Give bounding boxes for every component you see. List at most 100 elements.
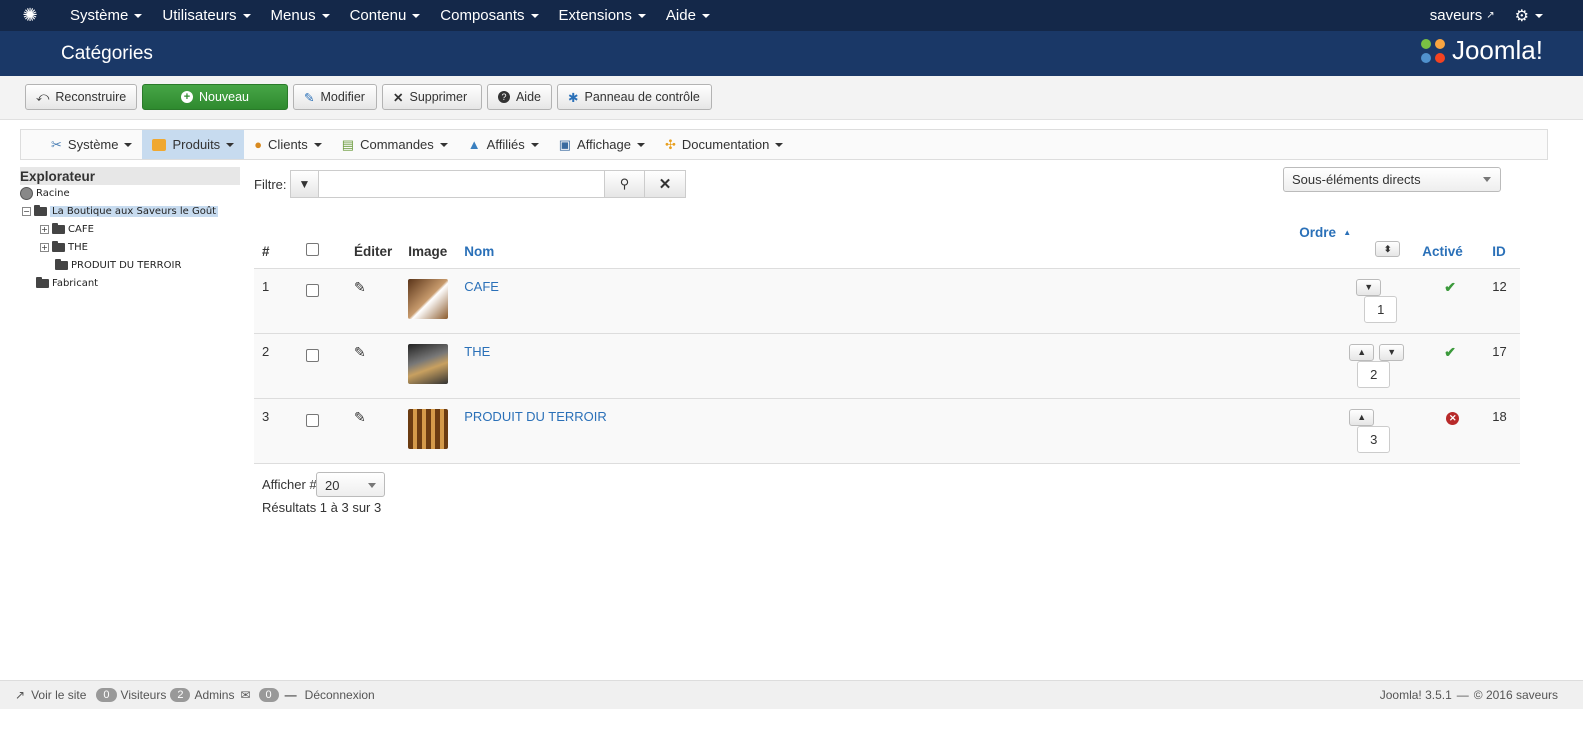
submenu-clients[interactable]: ● Clients <box>244 130 332 159</box>
new-button[interactable]: + Nouveau <box>142 84 288 110</box>
sort-asc-icon: ▲ <box>1343 228 1352 237</box>
category-thumbnail <box>408 278 449 319</box>
envelope-icon: ✉ <box>240 688 251 702</box>
submenu-produits[interactable]: Produits <box>142 130 245 159</box>
filter-input[interactable] <box>318 170 605 198</box>
question-icon: ? <box>498 91 510 103</box>
site-link[interactable]: saveurs ↗ <box>1420 0 1505 31</box>
row-checkbox[interactable] <box>306 283 319 297</box>
submenu-affichage[interactable]: ▣ Affichage <box>549 130 655 159</box>
order-input[interactable]: 2 <box>1357 360 1391 388</box>
collapse-icon[interactable]: − <box>22 207 31 216</box>
site-name: saveurs <box>1429 7 1483 24</box>
external-link-icon: ↗ <box>1486 10 1495 21</box>
chevron-down-icon <box>1483 177 1491 182</box>
move-down-button[interactable]: ▼ <box>1356 278 1382 296</box>
move-up-button[interactable]: ▲ <box>1349 343 1375 361</box>
submenu-systeme[interactable]: ✂ Système <box>21 130 142 159</box>
submenu-affilies[interactable]: ▲ Affiliés <box>458 130 549 159</box>
tree-node-fabricant[interactable]: Fabricant <box>36 277 98 289</box>
menu-composants[interactable]: Composants <box>430 0 548 31</box>
select-value: Sous-éléments directs <box>1292 172 1421 187</box>
external-link-icon: ↗ <box>15 688 26 702</box>
menu-menus[interactable]: Menus <box>261 0 340 31</box>
sort-name-link[interactable]: Nom <box>464 244 494 259</box>
submenu-label: Système <box>67 137 119 152</box>
tree-node-cafe[interactable]: + CAFE <box>40 223 94 235</box>
row-edit-cell: ✎ <box>346 398 401 464</box>
pencil-icon[interactable]: ✎ <box>354 344 366 360</box>
submenu-documentation[interactable]: ✣ Documentation <box>655 130 793 159</box>
control-panel-button[interactable]: ✱ Panneau de contrôle <box>557 84 712 110</box>
sort-order-link[interactable]: Ordre <box>1299 225 1336 240</box>
tree-node-terroir[interactable]: PRODUIT DU TERROIR <box>55 259 181 271</box>
sort-active-link[interactable]: Activé <box>1422 244 1463 259</box>
category-link[interactable]: PRODUIT DU TERROIR <box>464 409 607 424</box>
unpublished-icon[interactable]: ✕ <box>1446 411 1460 425</box>
row-checkbox[interactable] <box>306 413 319 427</box>
submenu-label: Documentation <box>681 137 770 152</box>
order-input[interactable]: 3 <box>1357 425 1391 453</box>
level-select[interactable]: Sous-éléments directs <box>1283 167 1501 192</box>
limit-value: 20 <box>325 478 340 493</box>
check-icon[interactable]: ✔ <box>1444 344 1456 360</box>
explorer-sidebar: Explorateur <box>20 167 240 185</box>
move-down-button[interactable]: ▼ <box>1379 343 1405 361</box>
check-icon[interactable]: ✔ <box>1444 279 1456 295</box>
settings-menu[interactable]: ⚙ <box>1505 0 1583 31</box>
edit-button[interactable]: ✎ Modifier <box>293 84 377 110</box>
menu-utilisateurs[interactable]: Utilisateurs <box>152 0 260 31</box>
rebuild-button[interactable]: ⤺ Reconstruire <box>25 84 137 110</box>
pencil-icon[interactable]: ✎ <box>354 409 366 425</box>
order-input[interactable]: 1 <box>1364 295 1398 323</box>
table-row: 2 ✎ THE ▲ ▼2 ✔ 17 <box>254 333 1520 399</box>
category-link[interactable]: CAFE <box>464 279 499 294</box>
brand-text: Joomla! <box>1451 35 1543 65</box>
joomla-brand: Joomla! <box>1418 35 1543 66</box>
tree-node-the[interactable]: + THE <box>40 241 88 253</box>
minus-icon: — <box>284 688 297 702</box>
logout-link[interactable]: Déconnexion <box>305 688 375 702</box>
save-order-icon[interactable]: ⬍ <box>1375 241 1401 257</box>
rebuild-icon: ⤺ <box>36 89 50 104</box>
clear-button[interactable]: ✕ <box>644 170 686 198</box>
row-order-cell: ▲ ▼2 <box>1299 333 1415 399</box>
category-thumbnail <box>408 343 449 384</box>
limit-select[interactable]: 20 <box>316 472 385 497</box>
expand-icon[interactable]: + <box>40 243 49 252</box>
move-up-button[interactable]: ▲ <box>1349 408 1375 426</box>
sort-id-link[interactable]: ID <box>1492 244 1506 259</box>
row-num: 2 <box>254 333 298 399</box>
tools-icon: ✂ <box>51 136 62 152</box>
pencil-icon[interactable]: ✎ <box>354 279 366 295</box>
component-submenu: ✂ Système Produits ● Clients ▤ Commandes ▲ A… <box>20 129 1548 160</box>
menu-contenu[interactable]: Contenu <box>340 0 431 31</box>
submenu-label: Produits <box>172 137 221 152</box>
affiliates-icon: ▲ <box>467 137 481 152</box>
menu-systeme[interactable]: Système <box>60 0 152 31</box>
search-button[interactable]: ⚲ <box>604 170 645 198</box>
tree-node-shop[interactable]: − La Boutique aux Saveurs le Goût <box>22 205 219 217</box>
folder-icon <box>52 223 65 234</box>
joomla-logo-icon[interactable]: ✺ <box>0 5 60 26</box>
menu-label: Menus <box>270 7 316 24</box>
expand-icon[interactable]: + <box>40 225 49 234</box>
messages-badge: 0 <box>258 688 279 702</box>
delete-button[interactable]: ✕ Supprimer <box>382 84 482 110</box>
button-label: Nouveau <box>198 90 250 104</box>
filter-options-button[interactable]: ▼ <box>290 170 319 198</box>
submenu-commandes[interactable]: ▤ Commandes <box>332 130 458 159</box>
tree-label: La Boutique aux Saveurs le Goût <box>50 206 219 217</box>
submenu-label: Commandes <box>360 137 434 152</box>
col-active: Activé <box>1414 220 1485 269</box>
select-all-checkbox[interactable] <box>306 242 319 256</box>
col-name[interactable]: Nom <box>456 220 1300 269</box>
help-button[interactable]: ? Aide <box>487 84 552 110</box>
row-checkbox[interactable] <box>306 348 319 362</box>
tree-root[interactable]: Racine <box>20 187 70 200</box>
menu-aide[interactable]: Aide <box>656 0 720 31</box>
menu-extensions[interactable]: Extensions <box>549 0 656 31</box>
row-image-cell <box>400 268 457 334</box>
category-link[interactable]: THE <box>464 344 490 359</box>
view-site-link[interactable]: Voir le site <box>31 688 86 702</box>
